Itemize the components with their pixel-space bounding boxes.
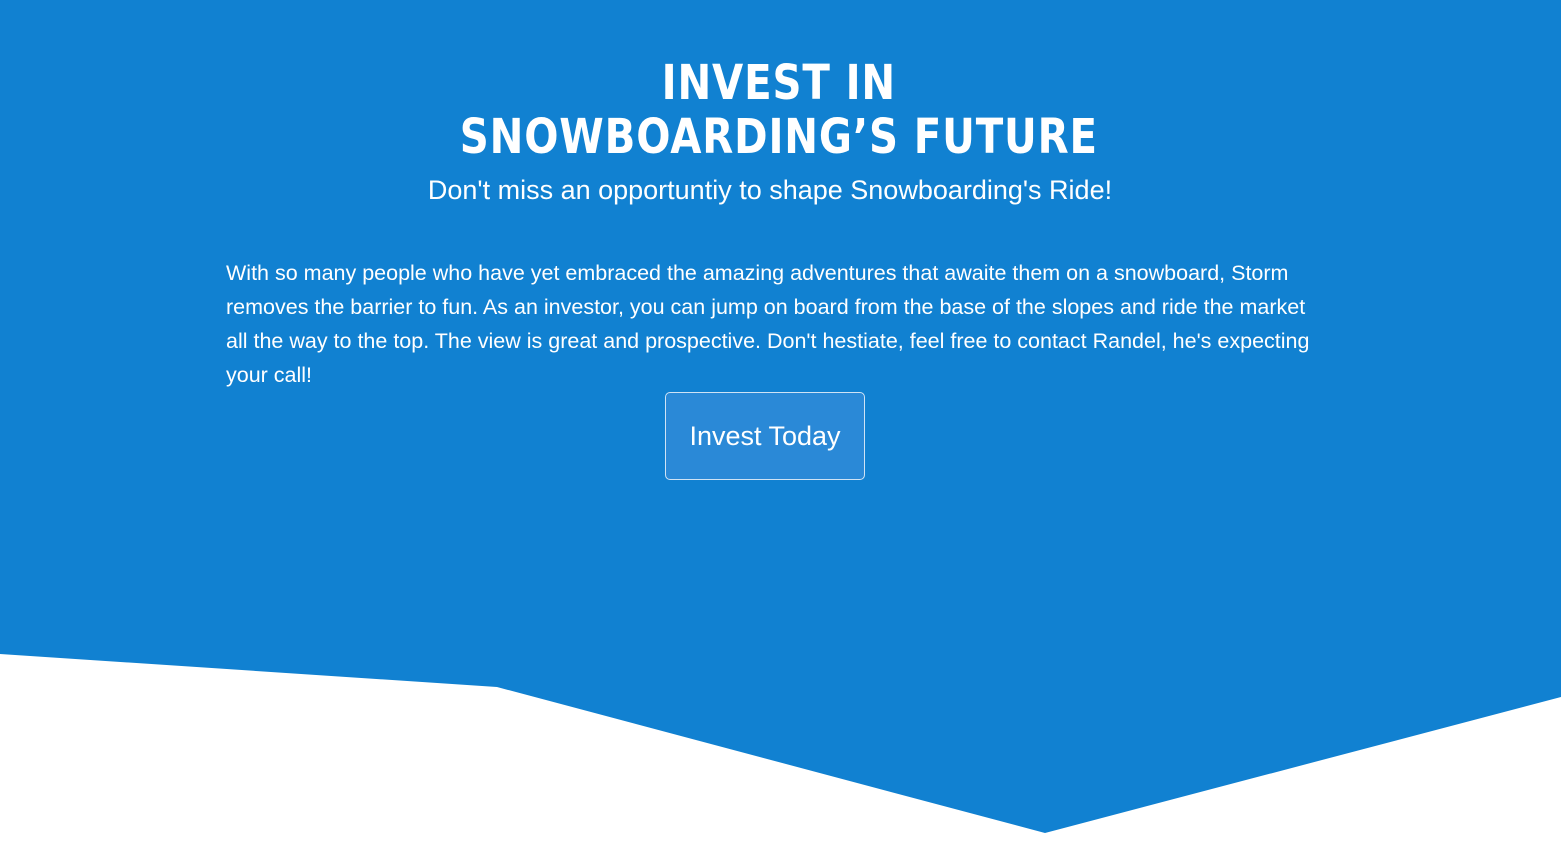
hero-title-line-1: Invest in [661,55,897,111]
invest-today-button[interactable]: Invest Today [665,392,865,480]
hero-description: With so many people who have yet embrace… [226,260,1310,387]
hero-subtitle: Don't miss an opportuntiy to shape Snowb… [427,175,1113,205]
hero-title: Invest in Snowboarding’s Future [123,56,1434,164]
page: Invest in Snowboarding’s Future Don't mi… [0,0,1561,860]
hero-title-line-2: Snowboarding’s Future [459,109,1098,165]
